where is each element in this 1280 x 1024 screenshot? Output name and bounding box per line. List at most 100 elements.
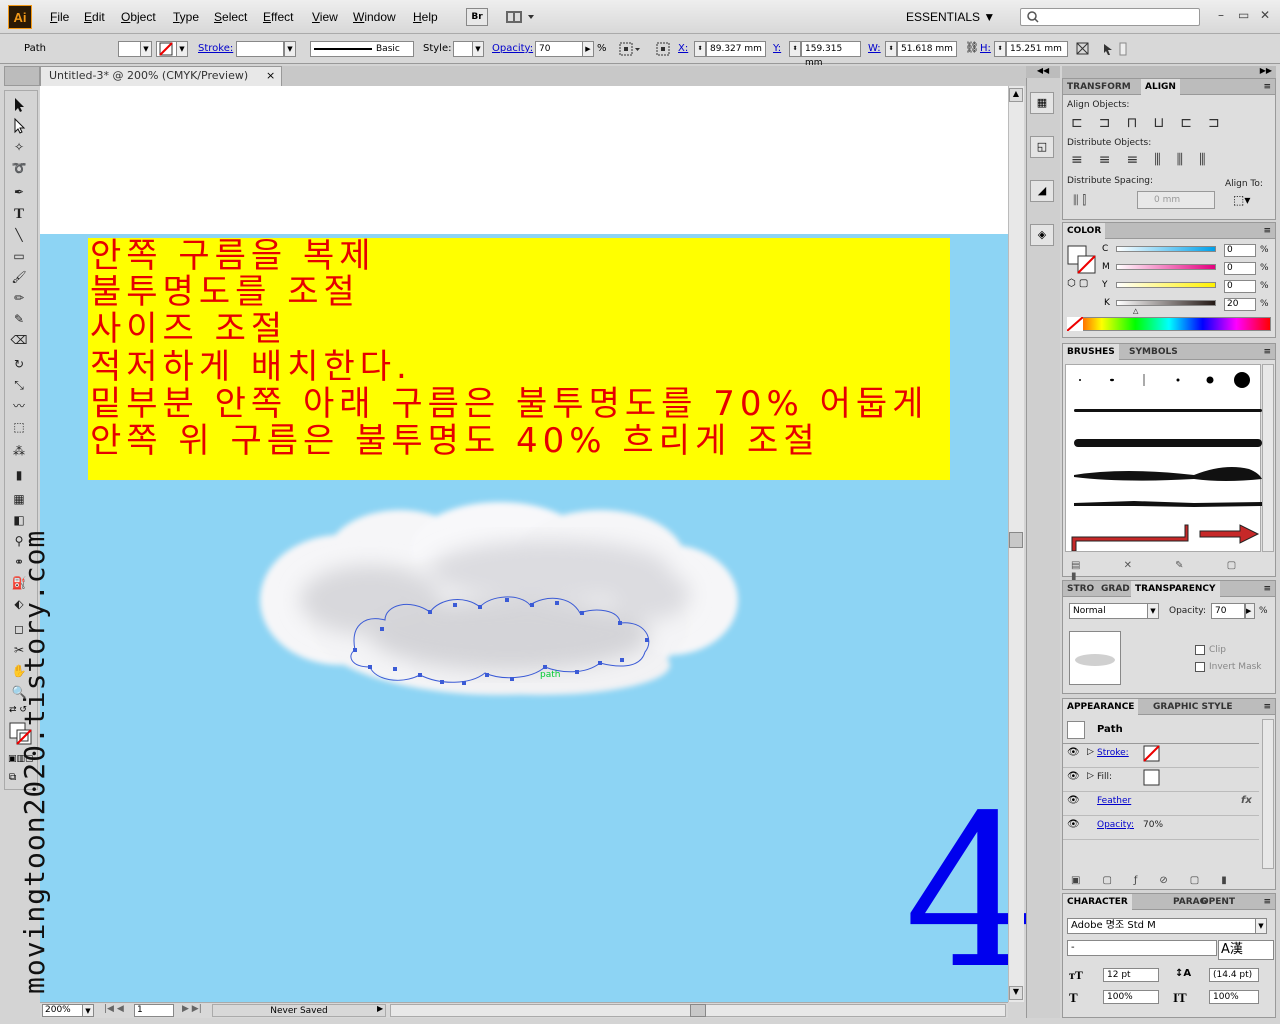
stroke-weight-dropdown[interactable]: ▼	[284, 41, 296, 57]
pathfinder-dock-icon[interactable]: ◱	[1030, 136, 1054, 158]
help-search-input[interactable]	[1020, 8, 1200, 26]
scroll-down-arrow[interactable]: ▼	[1009, 986, 1023, 1000]
panel-menu-icon[interactable]: ≡	[1263, 894, 1271, 910]
paintbrush-tool[interactable]: 🖌	[9, 268, 29, 286]
style-dropdown[interactable]: ▼	[472, 41, 484, 57]
opacity-link[interactable]: Opacity:	[492, 43, 533, 54]
blob-brush-tool[interactable]: ✎	[9, 310, 29, 328]
stroke-weight-field[interactable]	[236, 41, 284, 57]
opacity-field[interactable]: 70	[535, 41, 583, 57]
channel-y-field[interactable]: 0	[1224, 280, 1256, 293]
font-size-field[interactable]: 12 pt	[1103, 968, 1159, 982]
channel-m-field[interactable]: 0	[1224, 262, 1256, 275]
pattern-brush-arrow[interactable]	[1070, 521, 1260, 551]
rectangle-tool[interactable]: ▭	[9, 247, 29, 265]
brush-library-list[interactable]	[1065, 364, 1262, 552]
menu-select[interactable]: Select	[214, 10, 247, 24]
channel-y-slider[interactable]	[1116, 282, 1216, 288]
invert-mask-checkbox[interactable]	[1195, 662, 1205, 672]
stroke-attribute-link[interactable]: Stroke:	[1097, 748, 1129, 758]
ime-indicator[interactable]: A漢	[1218, 940, 1274, 960]
status-info[interactable]: Never Saved	[212, 1004, 386, 1017]
selection-tool[interactable]	[9, 96, 29, 114]
gradient-tool[interactable]: ◧	[9, 511, 29, 529]
y-field[interactable]: 159.315 mm	[801, 41, 861, 68]
appearance-opacity-link[interactable]: Opacity:	[1097, 820, 1134, 830]
arrange-documents-button[interactable]	[504, 8, 538, 26]
tab-gradient[interactable]: GRAD	[1097, 581, 1134, 597]
align-to-selection-button[interactable]: ⬚▾	[1233, 193, 1250, 207]
channel-c-field[interactable]: 0	[1224, 244, 1256, 257]
eraser-tool[interactable]: ⌫	[9, 331, 29, 349]
object-thumbnail[interactable]	[1069, 631, 1121, 685]
panel-menu-icon[interactable]: ≡	[1263, 344, 1271, 360]
pencil-tool[interactable]: ✏	[9, 289, 29, 307]
stroke-dropdown[interactable]: ▼	[176, 41, 188, 57]
transparency-opacity-slider-button[interactable]: ▶	[1245, 603, 1255, 619]
clip-checkbox[interactable]	[1195, 645, 1205, 655]
y-label[interactable]: Y:	[773, 43, 781, 54]
pen-tool[interactable]: ✒	[9, 183, 29, 201]
panel-menu-icon[interactable]: ≡	[1263, 223, 1271, 239]
type-tool[interactable]: T	[9, 205, 29, 223]
fill-dropdown[interactable]: ▼	[140, 41, 152, 57]
symbol-sprayer-tool[interactable]: ⁂	[9, 442, 29, 460]
close-app-button[interactable]: ✕	[1260, 8, 1270, 22]
fill-swatch-icon[interactable]	[1143, 769, 1161, 787]
menu-edit[interactable]: Edit	[84, 10, 105, 24]
color-spectrum-ramp[interactable]	[1067, 317, 1271, 331]
distribute-objects-buttons[interactable]: ≡≡≡⫼⫼⫼	[1071, 152, 1222, 168]
tab-opentype[interactable]: OPENT	[1197, 894, 1239, 910]
align-objects-buttons[interactable]: ⊏⊐⊓⊔⊏⊐	[1071, 115, 1236, 131]
layers-dock-icon[interactable]: ◈	[1030, 224, 1054, 246]
font-family-field[interactable]: Adobe 명조 Std M	[1067, 918, 1257, 934]
h-field[interactable]: 15.251 mm	[1006, 41, 1068, 57]
blend-mode-dropdown[interactable]: ▼	[1147, 603, 1159, 619]
h-label[interactable]: H:	[980, 43, 991, 54]
vertical-scroll-thumb[interactable]	[1009, 532, 1023, 548]
status-menu-arrow[interactable]: ▶	[377, 1004, 383, 1013]
tab-color[interactable]: COLOR	[1063, 223, 1106, 239]
tab-align[interactable]: ALIGN	[1141, 79, 1180, 95]
channel-k-slider-thumb[interactable]: △	[1133, 307, 1138, 315]
brush-panel-footer-buttons[interactable]: ▤ ✕ ✎ ▢ ▮	[1071, 560, 1275, 582]
restore-button[interactable]: ▭	[1238, 8, 1249, 22]
swatches-dock-icon[interactable]: ▦	[1030, 92, 1054, 114]
brush-stroke-4[interactable]	[1074, 497, 1262, 511]
warp-tool[interactable]: 〰	[9, 397, 29, 415]
mesh-tool[interactable]: ▦	[9, 490, 29, 508]
horizontal-scroll-thumb[interactable]	[690, 1004, 706, 1017]
tools-panel-header[interactable]	[4, 66, 40, 86]
brush-stroke-1[interactable]	[1074, 409, 1262, 412]
channel-c-slider[interactable]	[1116, 246, 1216, 252]
constrain-proportions-icon[interactable]: ⛓	[965, 41, 979, 54]
fx-icon[interactable]: fx	[1241, 795, 1252, 806]
reference-point-button[interactable]	[618, 41, 642, 57]
gradient-dock-icon[interactable]: ◢	[1030, 180, 1054, 202]
opacity-visibility-eye-icon[interactable]: 👁	[1067, 819, 1080, 830]
tab-transform[interactable]: TRANSFORM	[1063, 79, 1135, 95]
free-transform-tool[interactable]: ⬚	[9, 418, 29, 436]
x-stepper[interactable]: ⬍	[694, 41, 706, 57]
horizontal-scale-field[interactable]: 100%	[1103, 990, 1159, 1004]
channel-k-field[interactable]: 20	[1224, 298, 1256, 311]
y-stepper[interactable]: ⬍	[789, 41, 801, 57]
stroke-visibility-eye-icon[interactable]: 👁	[1067, 747, 1080, 758]
panel-menu-icon[interactable]: ≡	[1263, 79, 1271, 95]
brush-stroke-2[interactable]	[1074, 439, 1262, 447]
workspace-switcher[interactable]: ESSENTIALS ▼	[906, 10, 995, 24]
font-style-field[interactable]: -	[1067, 940, 1217, 956]
calligraphic-brush-row[interactable]	[1066, 365, 1262, 395]
menu-window[interactable]: Window	[353, 10, 396, 24]
panel-menu-icon[interactable]: ≡	[1263, 581, 1271, 597]
first-artboard-button[interactable]: |◀ ◀	[104, 1004, 124, 1014]
transform-reference-icon[interactable]	[655, 41, 675, 57]
feather-effect-link[interactable]: Feather	[1097, 796, 1131, 806]
tab-transparency[interactable]: TRANSPARENCY	[1131, 581, 1220, 597]
spacing-field[interactable]: 0 mm	[1137, 191, 1215, 209]
minimize-button[interactable]: –	[1218, 8, 1224, 22]
column-graph-tool[interactable]: ▮	[9, 466, 29, 484]
panel-collapse-button[interactable]: ▶▶	[1062, 66, 1276, 78]
menu-view[interactable]: View	[312, 10, 338, 24]
distribute-spacing-buttons[interactable]: ⫼ ⫿	[1073, 193, 1086, 208]
